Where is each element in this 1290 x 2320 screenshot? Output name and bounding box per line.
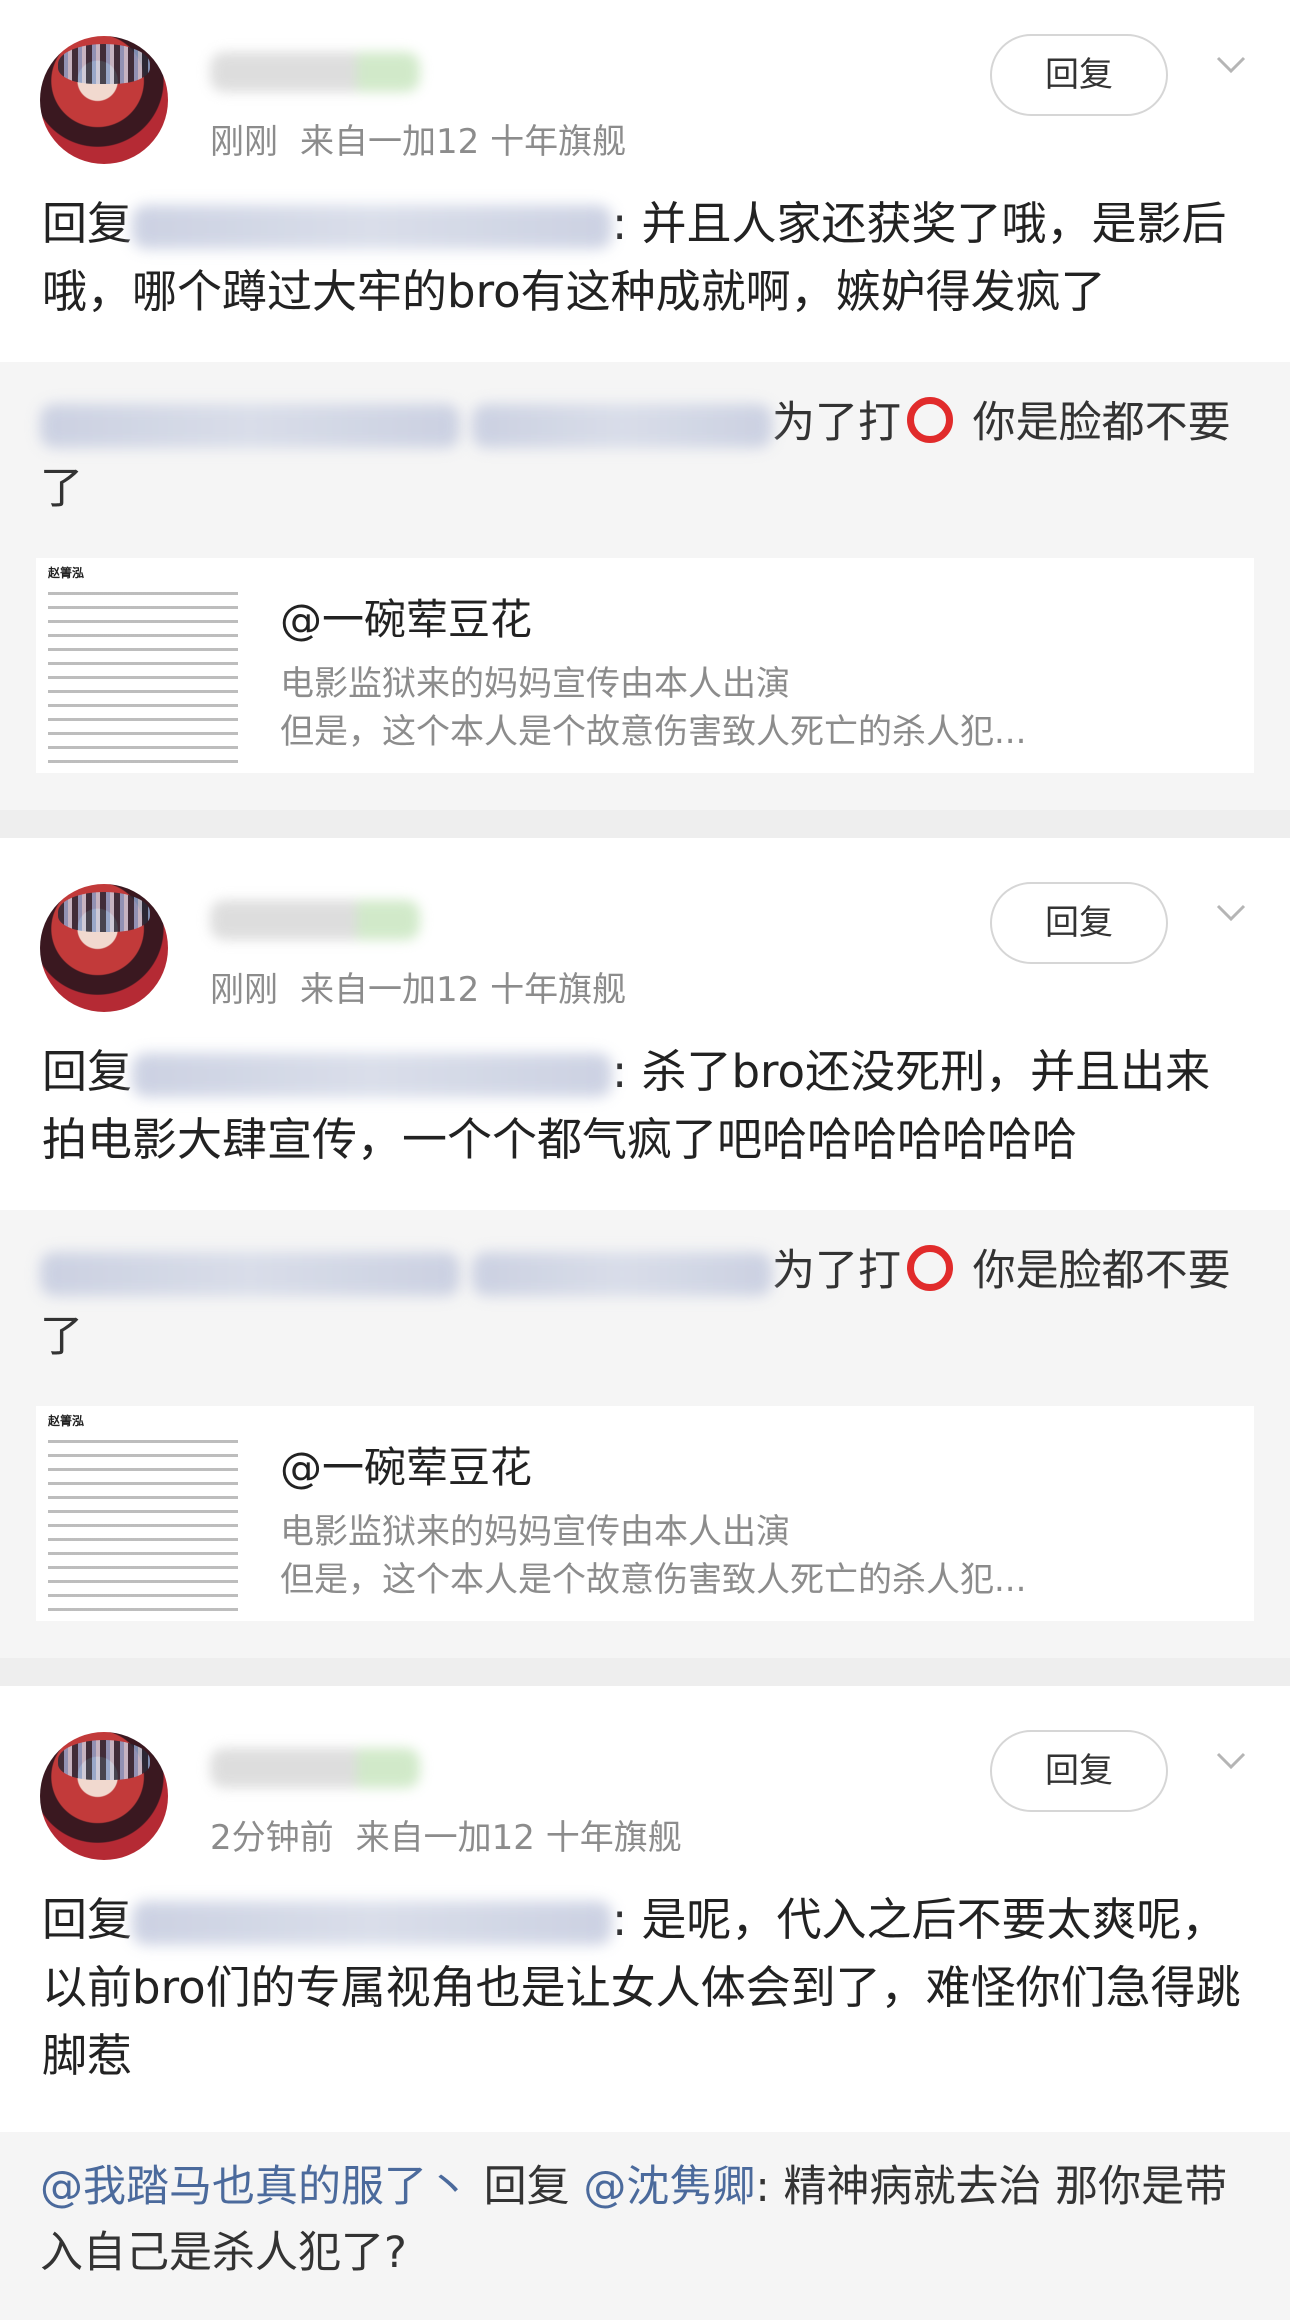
card-line-1: 电影监狱来的妈妈宣传由本人出演 bbox=[280, 664, 790, 704]
comment-time: 刚刚 bbox=[210, 970, 278, 1010]
card-line-1: 电影监狱来的妈妈宣传由本人出演 bbox=[280, 1512, 790, 1552]
reply-button[interactable]: 回复 bbox=[990, 34, 1168, 116]
comment-source: 来自一加12 十年旗舰 bbox=[355, 1818, 682, 1858]
red-circle-icon bbox=[907, 397, 953, 443]
comment-meta: 刚刚 来自一加12 十年旗舰 bbox=[210, 114, 648, 163]
comment-meta: 刚刚 来自一加12 十年旗舰 bbox=[210, 962, 648, 1011]
quote-user-link[interactable]: @我踏马也真的服了丶 bbox=[40, 2162, 470, 2212]
reply-prefix: 回复 bbox=[483, 2162, 570, 2212]
quoted-reply-3[interactable]: @我踏马也真的服了丶 回复 @沈隽卿: 精神病就去治 那你是带入自己是杀人犯了? bbox=[0, 2132, 1290, 2320]
card-title: @一碗荤豆花 bbox=[280, 595, 533, 644]
reply-to-link[interactable]: @沈隽卿 bbox=[583, 2162, 755, 2212]
quoted-reply-1[interactable]: 为了打 你是脸都不要了 赵箐泓 @一碗荤豆花 电影监狱来的妈妈宣传由本人出演 但… bbox=[0, 362, 1290, 810]
reply-prefix: 回复 bbox=[42, 197, 133, 250]
thumb-text-lines bbox=[48, 592, 238, 767]
comment-source: 来自一加12 十年旗舰 bbox=[300, 970, 627, 1010]
comment-card-3: 2分钟前 来自一加12 十年旗舰 回复 回复: 是呢，代入之后不要太爽呢，以前br… bbox=[0, 1686, 1290, 2132]
chevron-down-icon[interactable] bbox=[1214, 48, 1248, 82]
quote-text: 为了打 你是脸都不要了 bbox=[40, 390, 1260, 522]
avatar[interactable] bbox=[40, 36, 168, 164]
thumb-text-lines bbox=[48, 1440, 238, 1615]
quoted-reply-2[interactable]: 为了打 你是脸都不要了 赵箐泓 @一碗荤豆花 电影监狱来的妈妈宣传由本人出演 但… bbox=[0, 1210, 1290, 1658]
card-title: @一碗荤豆花 bbox=[280, 1443, 533, 1492]
comment-card-2: 刚刚 来自一加12 十年旗舰 回复 回复: 杀了bro还没死刑，并且出来拍电影大肆… bbox=[0, 838, 1290, 1210]
mention-blurred[interactable] bbox=[40, 403, 460, 448]
thumb-title: 赵箐泓 bbox=[48, 566, 85, 580]
comment-card-1: 刚刚 来自一加12 十年旗舰 回复 回复: 并且人家还获奖了哦，是影后哦，哪个蹲过… bbox=[0, 0, 1290, 362]
reply-to-blurred[interactable] bbox=[472, 403, 772, 448]
quote-body: 为了打 bbox=[772, 398, 901, 448]
card-thumbnail: 赵箐泓 bbox=[36, 558, 248, 773]
chevron-down-icon[interactable] bbox=[1214, 896, 1248, 930]
quote-text: @我踏马也真的服了丶 回复 @沈隽卿: 精神病就去治 那你是带入自己是杀人犯了? bbox=[40, 2154, 1260, 2286]
comment-time: 2分钟前 bbox=[210, 1818, 334, 1858]
quote-text: 为了打 你是脸都不要了 bbox=[40, 1238, 1260, 1370]
comment-text: 回复: 是呢，代入之后不要太爽呢，以前bro们的专属视角也是让女人体会到了，难怪… bbox=[42, 1886, 1252, 2090]
card-line-2: 但是，这个本人是个故意伤害致人死亡的杀人犯... bbox=[280, 1560, 1027, 1600]
red-circle-icon bbox=[907, 1245, 953, 1291]
username-blurred[interactable] bbox=[210, 52, 420, 92]
username-blurred[interactable] bbox=[210, 1748, 420, 1788]
thumb-title: 赵箐泓 bbox=[48, 1414, 85, 1428]
weibo-link-card[interactable]: 赵箐泓 @一碗荤豆花 电影监狱来的妈妈宣传由本人出演 但是，这个本人是个故意伤害… bbox=[36, 558, 1254, 773]
username-blurred[interactable] bbox=[210, 900, 420, 940]
reply-to-blurred[interactable] bbox=[472, 1251, 772, 1296]
avatar[interactable] bbox=[40, 1732, 168, 1860]
comment-source: 来自一加12 十年旗舰 bbox=[300, 122, 627, 162]
card-line-2: 但是，这个本人是个故意伤害致人死亡的杀人犯... bbox=[280, 712, 1027, 752]
mention-blurred[interactable] bbox=[132, 205, 613, 249]
reply-button[interactable]: 回复 bbox=[990, 1730, 1168, 1812]
chevron-down-icon[interactable] bbox=[1214, 1744, 1248, 1778]
weibo-link-card[interactable]: 赵箐泓 @一碗荤豆花 电影监狱来的妈妈宣传由本人出演 但是，这个本人是个故意伤害… bbox=[36, 1406, 1254, 1621]
mention-blurred[interactable] bbox=[40, 1251, 460, 1296]
comment-meta: 2分钟前 来自一加12 十年旗舰 bbox=[210, 1810, 704, 1859]
avatar[interactable] bbox=[40, 884, 168, 1012]
comment-text: 回复: 杀了bro还没死刑，并且出来拍电影大肆宣传，一个个都气疯了吧哈哈哈哈哈哈… bbox=[42, 1038, 1252, 1174]
comment-time: 刚刚 bbox=[210, 122, 278, 162]
reply-button[interactable]: 回复 bbox=[990, 882, 1168, 964]
mention-blurred[interactable] bbox=[132, 1901, 613, 1945]
mention-blurred[interactable] bbox=[132, 1053, 613, 1097]
reply-prefix: 回复 bbox=[42, 1045, 133, 1098]
quote-body: 为了打 bbox=[772, 1246, 901, 1296]
reply-prefix: 回复 bbox=[42, 1893, 133, 1946]
card-thumbnail: 赵箐泓 bbox=[36, 1406, 248, 1621]
comment-text: 回复: 并且人家还获奖了哦，是影后哦，哪个蹲过大牢的bro有这种成就啊，嫉妒得发… bbox=[42, 190, 1252, 326]
